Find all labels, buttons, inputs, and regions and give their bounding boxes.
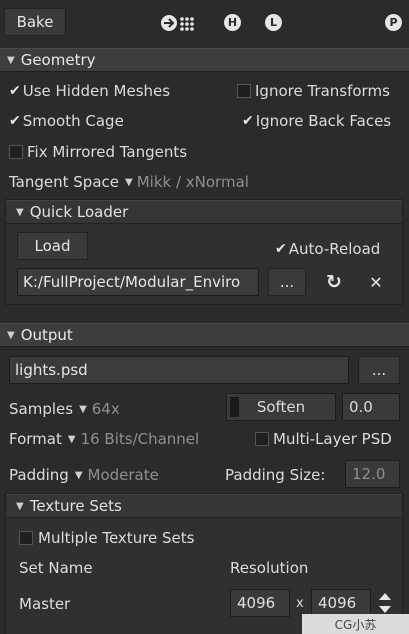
checkmark-icon: ✔	[242, 113, 254, 129]
geometry-header-label: Geometry	[20, 51, 96, 69]
multiple-texture-sets-checkbox[interactable]: Multiple Texture Sets	[19, 527, 194, 549]
texture-sets-header[interactable]: ▼ Texture Sets	[6, 494, 402, 518]
soften-value-field[interactable]: 0.0	[342, 393, 400, 421]
close-icon[interactable]: ✕	[366, 272, 386, 292]
smooth-cage-checkbox[interactable]: ✔ Smooth Cage	[9, 110, 124, 132]
arrow-dots-icon[interactable]	[160, 13, 198, 33]
browse-path-button[interactable]: ...	[268, 268, 306, 296]
multi-layer-psd-checkbox[interactable]: Multi-Layer PSD	[255, 428, 392, 450]
padding-value[interactable]: Moderate	[88, 466, 159, 484]
checkmark-icon: ✔	[9, 113, 21, 129]
padding-row[interactable]: Padding ▼ Moderate	[9, 464, 159, 486]
watermark-logo: CG小苏	[302, 614, 409, 634]
multiple-texture-sets-label: Multiple Texture Sets	[38, 529, 195, 547]
collapse-triangle-icon: ▼	[16, 500, 24, 512]
dropdown-arrow-icon: ▼	[67, 433, 76, 445]
padding-size-label: Padding Size:	[225, 466, 326, 484]
tangent-space-value[interactable]: Mikk / xNormal	[137, 173, 249, 191]
multi-layer-psd-label: Multi-Layer PSD	[273, 430, 392, 448]
checkmark-icon: ✔	[9, 83, 21, 99]
quick-loader-header[interactable]: ▼ Quick Loader	[6, 200, 402, 224]
resolution-column-header: Resolution	[230, 559, 309, 577]
browse-output-button[interactable]: ...	[358, 356, 400, 384]
resolution-width-field[interactable]: 4096	[230, 589, 290, 617]
ignore-back-faces-label: Ignore Back Faces	[255, 112, 392, 130]
resolution-times-label: x	[296, 596, 304, 611]
dropdown-arrow-icon: ▼	[74, 469, 83, 481]
checkbox-empty-icon	[237, 84, 251, 98]
output-section-header[interactable]: ▼ Output	[0, 323, 409, 347]
p-circle-icon[interactable]: P	[385, 14, 402, 31]
format-row[interactable]: Format ▼ 16 Bits/Channel	[9, 428, 199, 450]
format-value[interactable]: 16 Bits/Channel	[81, 430, 200, 448]
ignore-transforms-checkbox[interactable]: Ignore Transforms	[237, 80, 390, 102]
samples-row[interactable]: Samples ▼ 64x	[9, 398, 120, 420]
padding-size-field[interactable]: 12.0	[345, 460, 400, 488]
dropdown-arrow-icon: ▼	[79, 403, 87, 415]
soften-label: Soften	[256, 398, 306, 416]
output-header-label: Output	[20, 326, 73, 344]
format-label: Format	[9, 430, 62, 448]
fix-mirrored-tangents-checkbox[interactable]: Fix Mirrored Tangents	[9, 141, 187, 163]
samples-label: Samples	[9, 400, 74, 418]
watermark-text: CG小苏	[334, 617, 377, 632]
tangent-space-row[interactable]: Tangent Space ▼ Mikk / xNormal	[9, 171, 249, 193]
resolution-height-field[interactable]: 4096	[311, 589, 371, 617]
resolution-spinner[interactable]	[377, 589, 393, 617]
texture-set-name: Master	[19, 595, 71, 613]
slider-handle[interactable]	[230, 397, 239, 417]
l-circle-icon[interactable]: L	[265, 14, 282, 31]
dropdown-arrow-icon: ▼	[125, 176, 133, 188]
checkmark-icon: ✔	[275, 241, 287, 257]
output-file-input[interactable]: lights.psd	[9, 356, 349, 384]
load-button[interactable]: Load	[17, 232, 88, 260]
tangent-space-label: Tangent Space	[9, 173, 119, 191]
fix-mirrored-tangents-label: Fix Mirrored Tangents	[27, 143, 188, 161]
collapse-triangle-icon: ▼	[16, 206, 24, 218]
auto-reload-label: Auto-Reload	[288, 240, 381, 258]
checkbox-empty-icon	[9, 145, 23, 159]
ignore-transforms-label: Ignore Transforms	[255, 82, 390, 100]
h-circle-icon[interactable]: H	[224, 14, 241, 31]
soften-slider[interactable]: Soften	[226, 393, 336, 421]
bake-button[interactable]: Bake	[4, 8, 66, 36]
collapse-triangle-icon: ▼	[7, 329, 15, 341]
ignore-back-faces-checkbox[interactable]: ✔ Ignore Back Faces	[242, 110, 391, 132]
use-hidden-meshes-checkbox[interactable]: ✔ Use Hidden Meshes	[9, 80, 170, 102]
set-name-column-header: Set Name	[19, 559, 93, 577]
geometry-section-header[interactable]: ▼ Geometry	[0, 48, 409, 72]
collapse-triangle-icon: ▼	[7, 54, 15, 66]
path-input[interactable]: K:/FullProject/Modular_Enviro	[17, 268, 259, 296]
use-hidden-meshes-label: Use Hidden Meshes	[22, 82, 171, 100]
checkbox-empty-icon	[19, 531, 33, 545]
checkbox-empty-icon	[255, 432, 269, 446]
refresh-icon[interactable]: ↻	[324, 271, 344, 293]
texture-sets-label: Texture Sets	[29, 497, 122, 515]
samples-value[interactable]: 64x	[92, 400, 120, 418]
smooth-cage-label: Smooth Cage	[22, 112, 124, 130]
auto-reload-checkbox[interactable]: ✔ Auto-Reload	[275, 238, 380, 260]
quick-loader-label: Quick Loader	[29, 203, 129, 221]
padding-label: Padding	[9, 466, 69, 484]
